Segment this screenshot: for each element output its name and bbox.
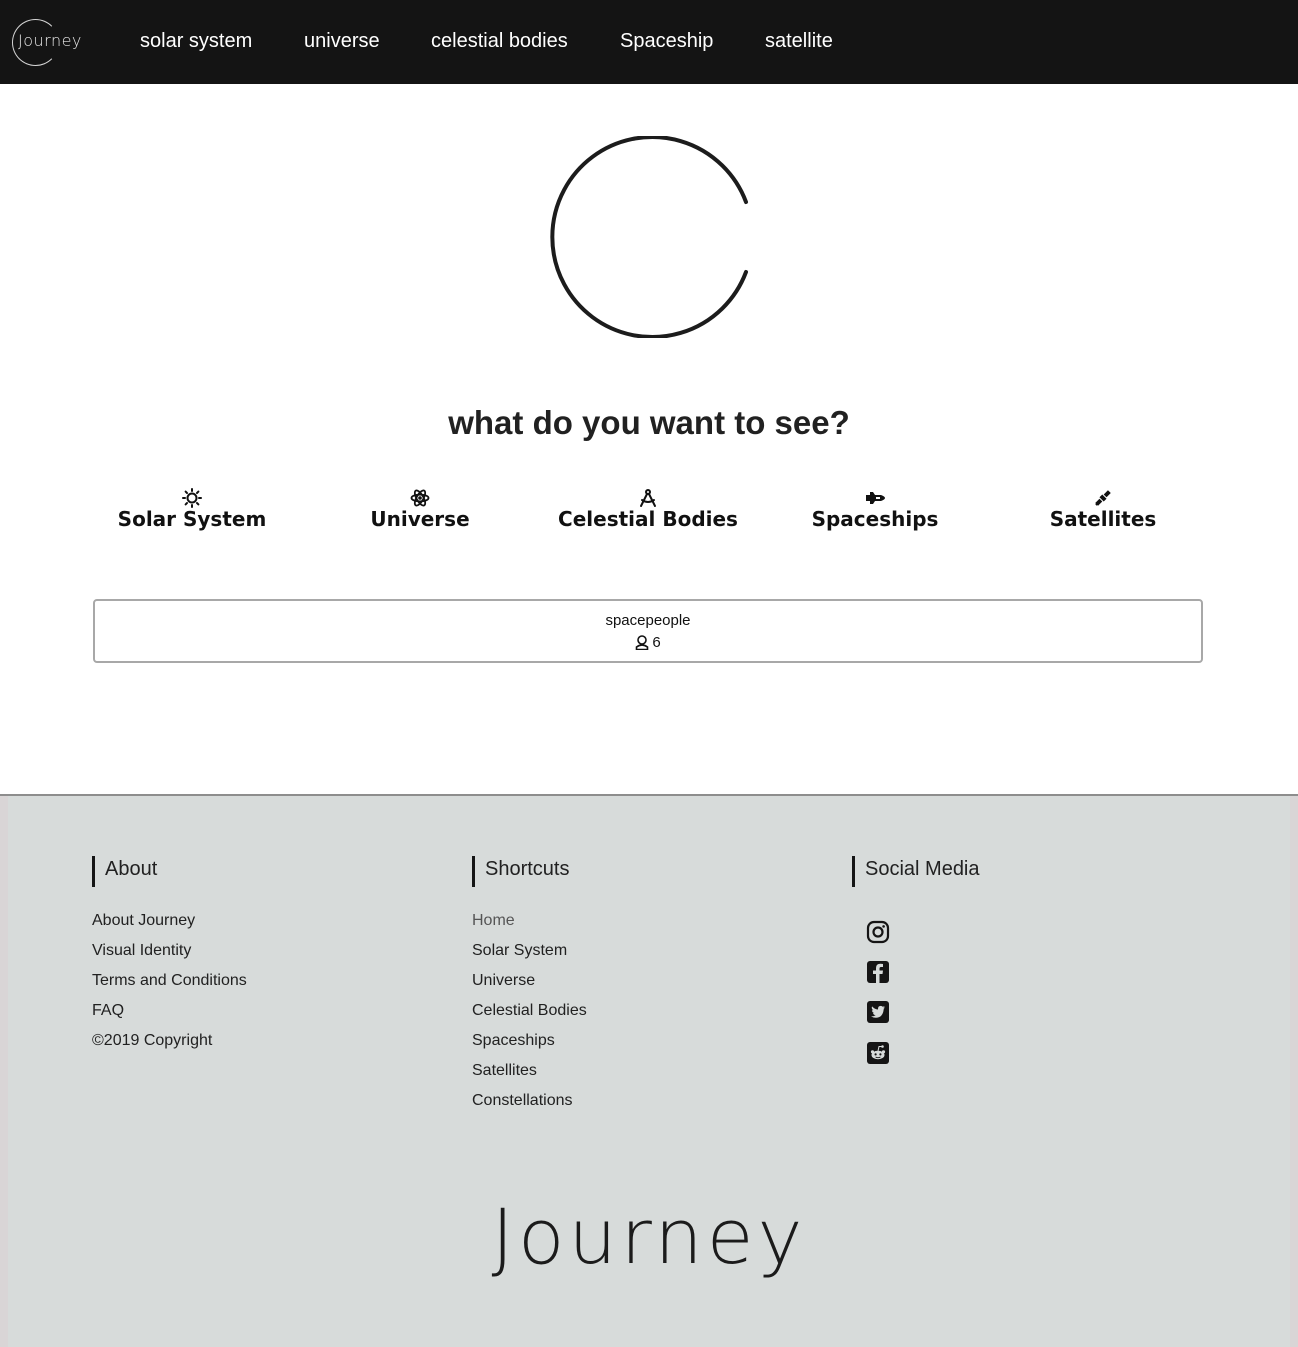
category-label: Celestial Bodies <box>558 507 738 531</box>
footer-link-celestial-bodies[interactable]: Celestial Bodies <box>472 1002 587 1020</box>
nav-link-celestial-bodies[interactable]: celestial bodies <box>431 30 568 53</box>
category-label: Spaceships <box>811 507 939 531</box>
footer-brand-logo: Journey <box>491 1192 807 1281</box>
nav-link-spaceship[interactable]: Spaceship <box>620 30 713 53</box>
footer-link-universe[interactable]: Universe <box>472 972 535 990</box>
footer-heading-social: Social Media <box>852 856 980 887</box>
footer-link-visual-identity[interactable]: Visual Identity <box>92 942 191 960</box>
nav-logo[interactable]: Journey <box>0 0 100 84</box>
footer-link-constellations[interactable]: Constellations <box>472 1092 573 1110</box>
card-count-row: 6 <box>95 634 1201 651</box>
footer-heading-about: About <box>92 856 157 887</box>
category-label: Solar System <box>117 507 267 531</box>
reddit-icon[interactable] <box>866 1041 890 1065</box>
footer-link-terms[interactable]: Terms and Conditions <box>92 972 247 990</box>
category-label: Satellites <box>1049 507 1157 531</box>
footer-link-about-journey[interactable]: About Journey <box>92 912 195 930</box>
nav-link-universe[interactable]: universe <box>304 30 380 53</box>
footer-link-satellites[interactable]: Satellites <box>472 1062 537 1080</box>
spacepeople-card[interactable]: spacepeople 6 <box>93 599 1203 663</box>
nav-link-solar-system[interactable]: solar system <box>140 30 252 53</box>
category-label: Universe <box>370 507 470 531</box>
nav-logo-text: Journey <box>18 31 82 50</box>
instagram-icon[interactable] <box>866 920 890 944</box>
footer-heading-shortcuts: Shortcuts <box>472 856 569 887</box>
footer-copyright: ©2019 Copyright <box>92 1032 213 1049</box>
satellite-icon <box>1095 490 1111 506</box>
footer-link-spaceships[interactable]: Spaceships <box>472 1032 555 1050</box>
card-title: spacepeople <box>605 612 691 629</box>
card-count: 6 <box>652 634 661 651</box>
hero-title: what do you want to see? <box>448 404 850 441</box>
top-navbar: Journey solar system universe celestial … <box>0 0 1298 84</box>
hero-ring-graphic <box>550 136 748 338</box>
category-spaceships[interactable]: Spaceships <box>761 488 989 530</box>
category-satellites[interactable]: Satellites <box>989 488 1217 530</box>
category-universe[interactable]: Universe <box>306 488 534 530</box>
category-celestial-bodies[interactable]: Celestial Bodies <box>534 488 762 530</box>
nav-link-satellite[interactable]: satellite <box>765 30 833 53</box>
category-solar-system[interactable]: Solar System <box>78 488 306 530</box>
facebook-icon[interactable] <box>866 960 890 984</box>
shuttle-icon <box>866 492 885 504</box>
sun-icon <box>182 488 202 508</box>
atom-icon <box>410 489 430 507</box>
astronaut-icon <box>636 635 649 650</box>
footer-link-faq[interactable]: FAQ <box>92 1002 124 1020</box>
footer: About About Journey Visual Identity Term… <box>0 794 1298 1347</box>
footer-link-solar-system[interactable]: Solar System <box>472 942 567 960</box>
compass-icon <box>640 489 656 507</box>
footer-link-home[interactable]: Home <box>472 912 515 930</box>
twitter-icon[interactable] <box>866 1000 890 1024</box>
